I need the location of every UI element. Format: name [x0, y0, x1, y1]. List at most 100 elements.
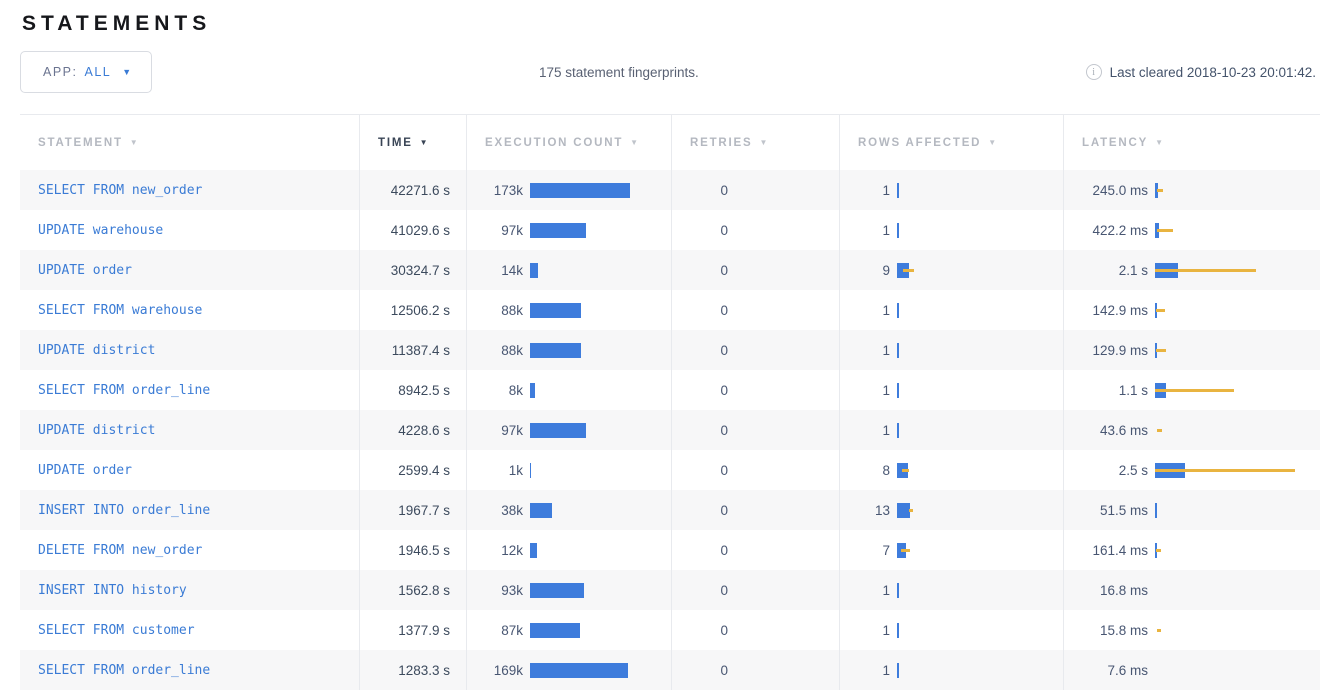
rows-affected-bar-blue[interactable]: [897, 583, 899, 598]
latency-bar-yellow[interactable]: [1155, 469, 1295, 472]
latency-bar[interactable]: [1155, 383, 1320, 398]
app-filter-dropdown[interactable]: APP: ALL ▼: [20, 51, 152, 93]
rows-affected-bar[interactable]: [897, 303, 1063, 318]
latency-bar[interactable]: [1155, 263, 1320, 278]
execution-count-bar-blue[interactable]: [530, 303, 581, 318]
execution-count-bar[interactable]: [530, 343, 671, 358]
latency-bar-yellow[interactable]: [1156, 349, 1166, 352]
statement-link[interactable]: SELECT FROM new_order: [38, 183, 202, 198]
statement-link[interactable]: SELECT FROM order_line: [38, 663, 210, 678]
latency-bar-yellow[interactable]: [1157, 429, 1162, 432]
rows-affected-bar[interactable]: [897, 223, 1063, 238]
latency-bar[interactable]: [1155, 463, 1320, 478]
column-header-retries[interactable]: RETRIES▼: [672, 115, 840, 170]
execution-count-bar-blue[interactable]: [530, 343, 581, 358]
statement-link[interactable]: UPDATE district: [38, 423, 155, 438]
execution-count-cell: 93k: [467, 570, 672, 610]
statement-link[interactable]: UPDATE order: [38, 463, 132, 478]
rows-affected-bar[interactable]: [897, 423, 1063, 438]
execution-count-bar[interactable]: [530, 543, 671, 558]
execution-count-bar-blue[interactable]: [530, 663, 628, 678]
rows-affected-bar[interactable]: [897, 383, 1063, 398]
rows-affected-bar-yellow[interactable]: [902, 469, 909, 472]
column-header-latency[interactable]: LATENCY▼: [1064, 115, 1320, 170]
latency-bar[interactable]: [1155, 423, 1320, 438]
execution-count-bar[interactable]: [530, 303, 671, 318]
latency-bar-yellow[interactable]: [1155, 269, 1256, 272]
execution-count-bar-blue[interactable]: [530, 463, 531, 478]
execution-count-bar-blue[interactable]: [530, 423, 586, 438]
rows-affected-bar-blue[interactable]: [897, 423, 899, 438]
column-header-time[interactable]: TIME▼: [360, 115, 467, 170]
rows-affected-bar-blue[interactable]: [897, 183, 899, 198]
latency-bar-yellow[interactable]: [1156, 549, 1161, 552]
execution-count-bar-blue[interactable]: [530, 543, 537, 558]
latency-bar[interactable]: [1155, 223, 1320, 238]
rows-affected-bar-blue[interactable]: [897, 303, 899, 318]
latency-bar[interactable]: [1155, 303, 1320, 318]
execution-count-bar[interactable]: [530, 423, 671, 438]
rows-affected-bar[interactable]: [897, 583, 1063, 598]
latency-bar[interactable]: [1155, 183, 1320, 198]
rows-affected-bar-blue[interactable]: [897, 223, 899, 238]
rows-affected-bar-blue[interactable]: [897, 343, 899, 358]
execution-count-bar[interactable]: [530, 663, 671, 678]
rows-affected-bar[interactable]: [897, 263, 1063, 278]
execution-count-bar[interactable]: [530, 383, 671, 398]
statement-link[interactable]: UPDATE district: [38, 343, 155, 358]
column-header-statement[interactable]: STATEMENT▼: [20, 115, 360, 170]
latency-bar[interactable]: [1155, 343, 1320, 358]
execution-count-bar-blue[interactable]: [530, 623, 580, 638]
execution-count-bar[interactable]: [530, 183, 671, 198]
column-label: RETRIES: [690, 137, 752, 149]
rows-affected-bar[interactable]: [897, 503, 1063, 518]
execution-count-bar-blue[interactable]: [530, 583, 584, 598]
latency-bar-yellow[interactable]: [1156, 309, 1165, 312]
latency-bar-yellow[interactable]: [1157, 629, 1161, 632]
execution-count-bar-blue[interactable]: [530, 383, 535, 398]
rows-affected-bar-blue[interactable]: [897, 383, 899, 398]
statement-link[interactable]: UPDATE warehouse: [38, 223, 163, 238]
execution-count-bar-blue[interactable]: [530, 223, 586, 238]
latency-bar[interactable]: [1155, 663, 1320, 678]
execution-count-bar-blue[interactable]: [530, 503, 552, 518]
rows-affected-bar[interactable]: [897, 663, 1063, 678]
execution-count-bar[interactable]: [530, 583, 671, 598]
latency-bar[interactable]: [1155, 503, 1320, 518]
rows-affected-bar-yellow[interactable]: [909, 509, 913, 512]
rows-affected-bar-yellow[interactable]: [903, 269, 914, 272]
latency-bar-yellow[interactable]: [1157, 189, 1163, 192]
execution-count-bar[interactable]: [530, 623, 671, 638]
rows-affected-bar-blue[interactable]: [897, 623, 899, 638]
statement-link[interactable]: UPDATE order: [38, 263, 132, 278]
execution-count-bar[interactable]: [530, 463, 671, 478]
execution-count-bar[interactable]: [530, 223, 671, 238]
execution-count-bar-blue[interactable]: [530, 263, 538, 278]
rows-affected-bar-yellow[interactable]: [901, 549, 910, 552]
rows-affected-bar-blue[interactable]: [897, 663, 899, 678]
statement-link[interactable]: INSERT INTO order_line: [38, 503, 210, 518]
statement-cell: UPDATE district: [20, 330, 360, 370]
execution-count-bar-blue[interactable]: [530, 183, 630, 198]
info-icon[interactable]: i: [1086, 64, 1102, 80]
rows-affected-bar[interactable]: [897, 183, 1063, 198]
execution-count-bar[interactable]: [530, 503, 671, 518]
statement-link[interactable]: SELECT FROM customer: [38, 623, 195, 638]
statement-link[interactable]: SELECT FROM order_line: [38, 383, 210, 398]
column-header-rows-affected[interactable]: ROWS AFFECTED▼: [840, 115, 1064, 170]
rows-affected-bar[interactable]: [897, 343, 1063, 358]
latency-bar-yellow[interactable]: [1157, 229, 1173, 232]
rows-affected-bar[interactable]: [897, 623, 1063, 638]
latency-bar-yellow[interactable]: [1155, 389, 1234, 392]
rows-affected-bar[interactable]: [897, 543, 1063, 558]
statement-link[interactable]: DELETE FROM new_order: [38, 543, 202, 558]
latency-bar[interactable]: [1155, 623, 1320, 638]
statement-link[interactable]: SELECT FROM warehouse: [38, 303, 202, 318]
rows-affected-bar[interactable]: [897, 463, 1063, 478]
latency-bar[interactable]: [1155, 543, 1320, 558]
column-header-execution-count[interactable]: EXECUTION COUNT▼: [467, 115, 672, 170]
statement-link[interactable]: INSERT INTO history: [38, 583, 187, 598]
execution-count-bar[interactable]: [530, 263, 671, 278]
latency-bar-blue[interactable]: [1155, 503, 1157, 518]
latency-bar[interactable]: [1155, 583, 1320, 598]
